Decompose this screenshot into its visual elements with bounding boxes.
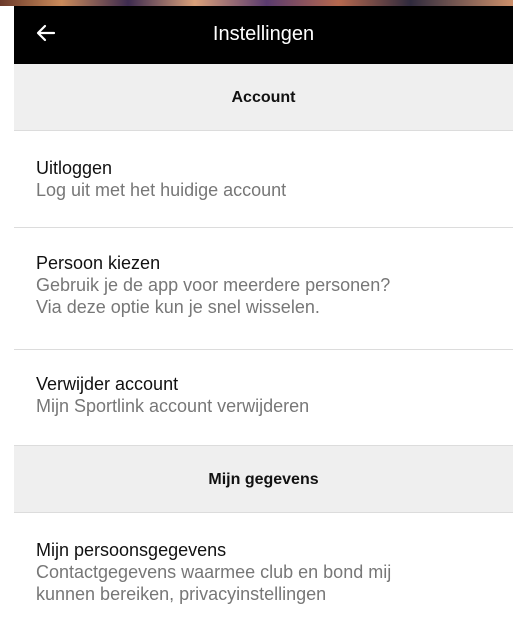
section-header-label: Account <box>231 89 296 106</box>
section-header-my-data: Mijn gegevens <box>14 446 513 513</box>
settings-item-title: Verwijder account <box>36 374 179 394</box>
settings-item-subtitle: Log uit met het huidige account <box>36 180 287 200</box>
settings-item-choose-person[interactable]: Persoon kiezen Gebruik je de app voor me… <box>14 228 513 350</box>
settings-screen: Instellingen Account Uitloggen Log uit m… <box>0 0 513 630</box>
settings-item-title: Mijn persoonsgegevens <box>36 540 227 560</box>
settings-item-subtitle-line2: Via deze optie kun je snel wisselen. <box>36 297 320 317</box>
settings-item-subtitle: Mijn Sportlink account verwijderen <box>36 396 310 416</box>
settings-item-personal-data[interactable]: Mijn persoonsgegevens Contactgegevens wa… <box>14 513 513 630</box>
settings-item-subtitle-line2: kunnen bereiken, privacyinstellingen <box>36 584 327 604</box>
settings-item-subtitle-line1: Gebruik je de app voor meerdere personen… <box>36 275 391 295</box>
settings-item-logout[interactable]: Uitloggen Log uit met het huidige accoun… <box>14 131 513 228</box>
section-header-label: Mijn gegevens <box>208 471 319 488</box>
settings-item-delete-account[interactable]: Verwijder account Mijn Sportlink account… <box>14 350 513 446</box>
settings-item-title: Persoon kiezen <box>36 253 161 273</box>
settings-item-subtitle-line1: Contactgegevens waarmee club en bond mij <box>36 562 392 582</box>
top-app-bar: Instellingen <box>14 6 513 64</box>
page-title: Instellingen <box>212 23 315 45</box>
settings-item-title: Uitloggen <box>36 158 113 178</box>
section-header-account: Account <box>14 64 513 131</box>
